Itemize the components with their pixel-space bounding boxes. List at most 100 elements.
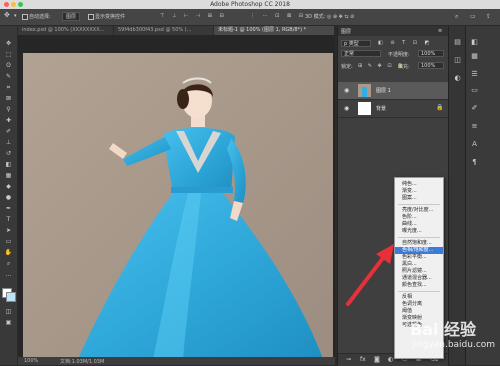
quick-select-tool-icon[interactable]: ✎	[4, 73, 13, 81]
layer-filter-dropdown[interactable]: p 类型	[341, 40, 371, 47]
clone-stamp-tool-icon[interactable]: ⊥	[4, 139, 13, 147]
lock-icon[interactable]: 🔒	[436, 104, 443, 111]
menu-item-hue-saturation[interactable]: 色相/饱和度...	[395, 247, 443, 254]
hand-tool-icon[interactable]: ✋	[4, 249, 13, 257]
menu-separator	[398, 291, 440, 292]
add-mask-icon[interactable]: ◙	[374, 356, 380, 363]
menu-item-channel-mixer[interactable]: 通道混合器...	[395, 275, 443, 282]
eraser-tool-icon[interactable]: ◧	[4, 161, 13, 169]
opacity-label: 不透明度:	[388, 52, 410, 58]
eyedropper-tool-icon[interactable]: ⚲	[4, 106, 13, 114]
path-select-tool-icon[interactable]: ➤	[4, 227, 13, 235]
brushes-icon[interactable]: ✐	[470, 104, 479, 113]
rectangle-tool-icon[interactable]: ▭	[4, 238, 13, 246]
distribute-icons[interactable]: ⋮ ⋯ ⊡ ⊠ ⊟	[250, 13, 306, 19]
more-tools-icon[interactable]: …	[4, 271, 13, 279]
color-icon[interactable]: ◧	[470, 38, 479, 47]
auto-select-label: 自动选择:	[29, 14, 51, 20]
status-bar: 100% 文档:1.03M/1.03M	[18, 357, 335, 365]
fill-label: 填充:	[398, 64, 410, 70]
auto-select-dropdown[interactable]: 图层	[62, 12, 81, 21]
show-transform-checkbox[interactable]	[88, 14, 94, 20]
photo-woman-in-blue-dress	[23, 53, 333, 359]
brush-tool-icon[interactable]: ✐	[4, 128, 13, 136]
tab-untitled-1[interactable]: 未标题-1 @ 100% (图层 1, RGB/8*) *	[214, 26, 335, 35]
dodge-tool-icon[interactable]: ●	[4, 194, 13, 202]
move-tool-icon[interactable]: ✥	[4, 40, 13, 48]
show-transform-label: 显示变换控件	[95, 14, 126, 20]
workspace-icon[interactable]: ▭	[470, 13, 476, 20]
layer-style-icon[interactable]: fx	[360, 356, 366, 363]
auto-select-checkbox[interactable]	[22, 14, 28, 20]
swatches-icon[interactable]: ▦	[470, 52, 479, 61]
share-icon[interactable]: ⇪	[486, 13, 491, 20]
frame-tool-icon[interactable]: ⊠	[4, 95, 13, 103]
menu-item-levels[interactable]: 色阶...	[395, 214, 443, 221]
marquee-tool-icon[interactable]: ⬚	[4, 51, 13, 59]
filter-icons[interactable]: ◧ ⊘ T ⊡ ◩	[378, 40, 432, 46]
paragraph-icon[interactable]: ¶	[470, 158, 479, 167]
history-icon[interactable]: ▤	[453, 38, 462, 47]
document-info: 文档:1.03M/1.03M	[60, 359, 105, 365]
menu-item-vibrance[interactable]: 自然饱和度...	[395, 240, 443, 247]
layer-row-background[interactable]: ◉ 背景 🔒	[338, 100, 448, 118]
options-bar: ✥ ▾ 自动选择: 图层 显示变换控件 ⊤ ⊥ ⊢ ⊣ ⊞ ⊟ ⋮ ⋯ ⊡ ⊠ …	[0, 9, 500, 26]
menu-item-gradient[interactable]: 渐变...	[395, 188, 443, 195]
menu-separator	[398, 237, 440, 238]
gradient-tool-icon[interactable]: ▦	[4, 172, 13, 180]
layer-name[interactable]: 背景	[376, 105, 386, 112]
menu-item-color-lookup[interactable]: 颜色查找...	[395, 282, 443, 289]
background-color-swatch[interactable]	[6, 292, 16, 302]
tools-panel: ✥ ⬚ ʘ ✎ ⌗ ⊠ ⚲ ✚ ✐ ⊥ ↺ ◧ ▦ ◆ ● ✒ T ➤ ▭ ✋ …	[0, 26, 17, 365]
quick-mask-icon[interactable]: ◫	[4, 308, 13, 316]
menu-item-invert[interactable]: 反相	[395, 294, 443, 301]
channels-icon[interactable]: ≡	[470, 122, 479, 131]
healing-brush-tool-icon[interactable]: ✚	[4, 117, 13, 125]
menu-item-color-balance[interactable]: 色彩平衡...	[395, 254, 443, 261]
layers-panel-title[interactable]: 图层	[341, 28, 351, 35]
blend-mode-dropdown[interactable]: 正常	[341, 50, 381, 57]
screen-mode-icon[interactable]: ▣	[4, 319, 13, 327]
menu-item-curves[interactable]: 曲线...	[395, 221, 443, 228]
visibility-eye-icon[interactable]: ◉	[344, 105, 349, 112]
fill-field[interactable]: 100%	[418, 62, 444, 69]
link-layers-icon[interactable]: ⊸	[346, 356, 351, 363]
menu-item-posterize[interactable]: 色调分离	[395, 301, 443, 308]
history-brush-tool-icon[interactable]: ↺	[4, 150, 13, 158]
search-icon[interactable]: ⌕	[455, 13, 458, 21]
3d-mode-icons[interactable]: 3D 模式: ◎ ⊕ ✥ ⇆ ⊘	[305, 13, 354, 20]
adjustments-icon[interactable]: ◐	[453, 74, 462, 83]
layers-panel-header: 图层 ≡	[338, 26, 448, 36]
crop-tool-icon[interactable]: ⌗	[4, 84, 13, 92]
pen-tool-icon[interactable]: ✒	[4, 205, 13, 213]
visibility-eye-icon[interactable]: ◉	[344, 87, 349, 94]
lasso-tool-icon[interactable]: ʘ	[4, 62, 13, 70]
panel-menu-icon[interactable]: ≡	[438, 28, 442, 34]
title-bar: Adobe Photoshop CC 2018	[0, 0, 500, 9]
layer-row-layer-1[interactable]: ◉ 图层 1	[338, 82, 448, 100]
blur-tool-icon[interactable]: ◆	[4, 183, 13, 191]
document-canvas[interactable]	[23, 53, 333, 359]
menu-item-brightness-contrast[interactable]: 亮度/对比度...	[395, 207, 443, 214]
zoom-level[interactable]: 100%	[24, 358, 38, 364]
paths-icon[interactable]: ▭	[470, 86, 479, 95]
zoom-tool-icon[interactable]: ⌕	[4, 260, 13, 268]
libraries-icon[interactable]: ☰	[470, 70, 479, 79]
menu-item-photo-filter[interactable]: 照片滤镜...	[395, 268, 443, 275]
menu-separator	[398, 204, 440, 205]
tab-index[interactable]: index.psd @ 100% (XXXXXXXX...	[18, 26, 114, 35]
layer-name[interactable]: 图层 1	[376, 87, 391, 94]
properties-icon[interactable]: ◫	[453, 56, 462, 65]
move-tool-icon[interactable]: ✥	[4, 11, 10, 19]
tab-59f4db[interactable]: 59f4db300f43.psd @ 50% (...	[114, 26, 214, 35]
align-icons[interactable]: ⊤ ⊥ ⊢ ⊣ ⊞ ⊟	[160, 13, 227, 19]
menu-item-black-white[interactable]: 黑白...	[395, 261, 443, 268]
options-dropdown-icon[interactable]: ▾	[14, 13, 17, 19]
menu-item-solid-color[interactable]: 纯色...	[395, 181, 443, 188]
type-tool-icon[interactable]: T	[4, 216, 13, 224]
menu-item-exposure[interactable]: 曝光度...	[395, 228, 443, 235]
character-icon[interactable]: A	[470, 140, 479, 149]
menu-item-pattern[interactable]: 图案...	[395, 195, 443, 202]
opacity-field[interactable]: 100%	[418, 50, 444, 57]
watermark: Bai 经验 jingyan.baidu.com	[380, 310, 495, 360]
